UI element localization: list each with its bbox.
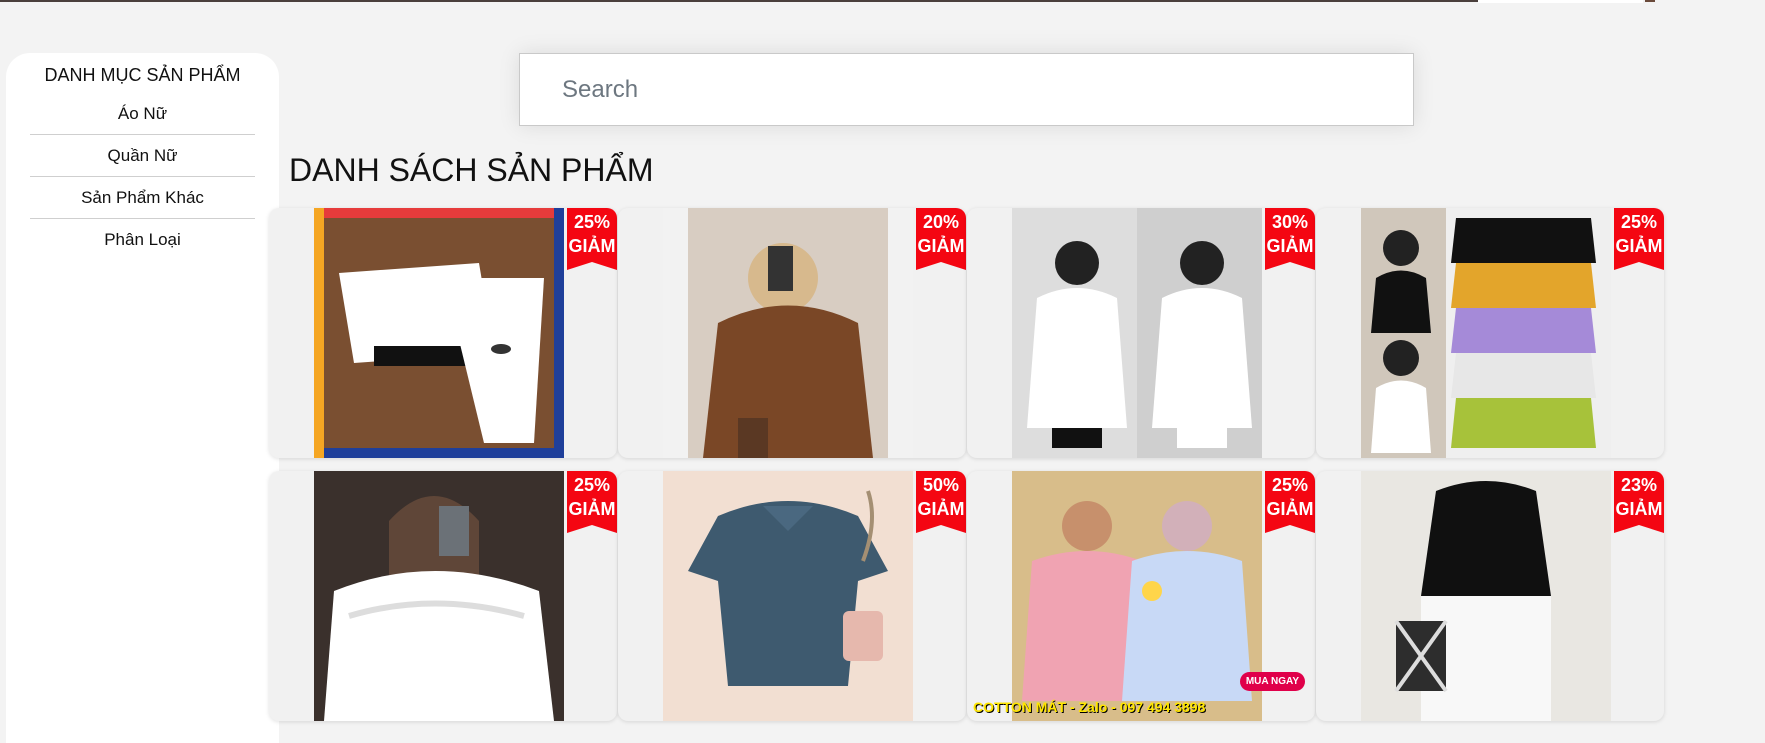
product-card[interactable]: 25% GIẢM (1316, 208, 1664, 458)
product-image (1361, 471, 1611, 721)
discount-label: GIẢM (568, 236, 616, 256)
discount-percent: 25% (1271, 475, 1309, 495)
discount-percent: 25% (573, 475, 611, 495)
sidebar-title: DANH MỤC SẢN PHẨM (44, 65, 241, 85)
discount-badge: 25% GIẢM (567, 471, 617, 533)
product-image (1012, 208, 1262, 458)
category-list: Áo Nữ Quần Nữ Sản Phẩm Khác Phân Loại (30, 93, 255, 260)
discount-badge: 25% GIẢM (1265, 471, 1315, 533)
discount-badge: 20% GIẢM (916, 208, 966, 270)
product-card[interactable]: 30% GIẢM (967, 208, 1315, 458)
discount-label: GIẢM (1615, 499, 1663, 519)
sidebar-item-san-pham-khac[interactable]: Sản Phẩm Khác (30, 177, 255, 219)
product-image (314, 471, 564, 721)
discount-badge: 25% GIẢM (1614, 208, 1664, 270)
discount-badge: 25% GIẢM (567, 208, 617, 270)
discount-percent: 23% (1620, 475, 1658, 495)
top-divider (0, 0, 1480, 2)
photo-caption: COTTON MÁT - Zalo - 097 494 3898 (973, 699, 1206, 715)
discount-label: GIẢM (917, 236, 965, 256)
discount-percent: 30% (1271, 212, 1309, 232)
product-card[interactable]: 20% GIẢM (618, 208, 966, 458)
discount-label: GIẢM (568, 499, 616, 519)
product-image (663, 208, 913, 458)
product-card[interactable]: 23% GIẢM (1316, 471, 1664, 721)
buy-now-sticker: MUA NGAY (1239, 672, 1305, 691)
product-image (1012, 471, 1262, 721)
page-title: DANH SÁCH SẢN PHẨM (289, 152, 654, 188)
product-card[interactable]: 25% GIẢM (269, 208, 617, 458)
sidebar-item-quan-nu[interactable]: Quần Nữ (30, 135, 255, 177)
discount-label: GIẢM (1266, 499, 1314, 519)
discount-label: GIẢM (917, 499, 965, 519)
category-sidebar: DANH MỤC SẢN PHẨM Áo Nữ Quần Nữ Sản Phẩm… (6, 53, 279, 743)
top-divider-gap (1478, 0, 1643, 3)
discount-badge: 23% GIẢM (1614, 471, 1664, 533)
sidebar-item-ao-nu[interactable]: Áo Nữ (30, 93, 255, 135)
discount-badge: 50% GIẢM (916, 471, 966, 533)
discount-label: GIẢM (1266, 236, 1314, 256)
discount-percent: 20% (922, 212, 960, 232)
discount-label: GIẢM (1615, 236, 1663, 256)
product-card[interactable]: 50% GIẢM (618, 471, 966, 721)
search-input[interactable] (520, 54, 1413, 125)
product-card[interactable]: 25% GIẢM (269, 471, 617, 721)
top-divider-tail (1645, 0, 1655, 2)
product-image (314, 208, 564, 458)
product-image (1361, 208, 1611, 458)
discount-percent: 25% (573, 212, 611, 232)
product-image (663, 471, 913, 721)
search-bar (519, 53, 1414, 126)
sidebar-item-phan-loai[interactable]: Phân Loại (30, 219, 255, 260)
product-card[interactable]: MUA NGAY COTTON MÁT - Zalo - 097 494 389… (967, 471, 1315, 721)
discount-badge: 30% GIẢM (1265, 208, 1315, 270)
discount-percent: 50% (922, 475, 960, 495)
discount-percent: 25% (1620, 212, 1658, 232)
